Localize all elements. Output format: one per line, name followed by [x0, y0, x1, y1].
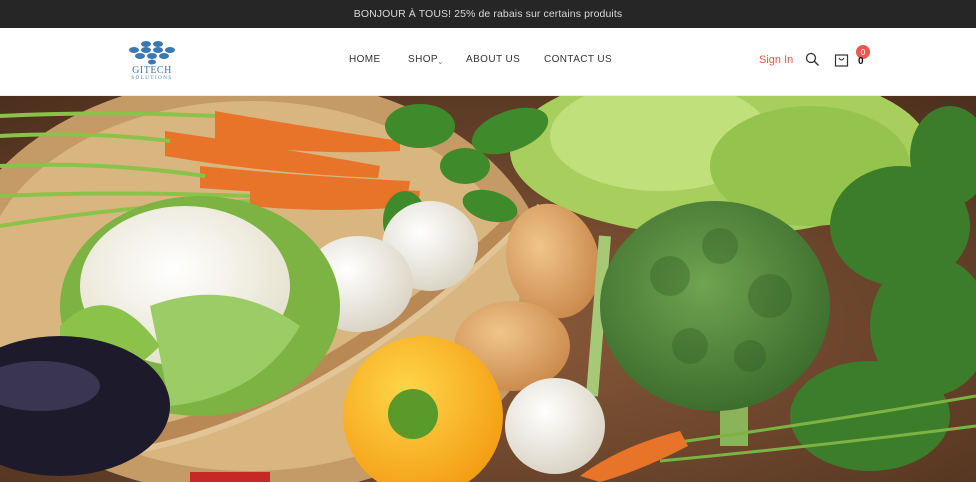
- sign-in-link[interactable]: Sign In: [759, 54, 793, 66]
- nav-contact-us[interactable]: CONTACT US: [544, 54, 612, 65]
- logo-tagline: SOLUTIONS: [131, 76, 173, 81]
- logo-name: GITECH: [132, 65, 172, 76]
- promo-bar: BONJOUR À TOUS! 25% de rabais sur certai…: [0, 0, 976, 28]
- nav-about-us[interactable]: ABOUT US: [466, 54, 520, 65]
- hero-banner: [0, 96, 976, 482]
- promo-text: BONJOUR À TOUS! 25% de rabais sur certai…: [353, 8, 623, 20]
- nav-home[interactable]: HOME: [349, 54, 381, 65]
- vegetables-image: [0, 96, 976, 482]
- site-header: GITECH SOLUTIONS HOME SHOP ⌄ ABOUT US CO…: [0, 28, 976, 96]
- cart-count: 0: [858, 56, 864, 67]
- search-icon[interactable]: [805, 52, 820, 72]
- logo-mark-icon: [129, 41, 175, 65]
- cart-icon[interactable]: [834, 52, 849, 72]
- nav-shop[interactable]: SHOP: [408, 54, 438, 65]
- site-logo[interactable]: GITECH SOLUTIONS: [112, 38, 192, 84]
- chevron-down-icon[interactable]: ⌄: [437, 57, 444, 66]
